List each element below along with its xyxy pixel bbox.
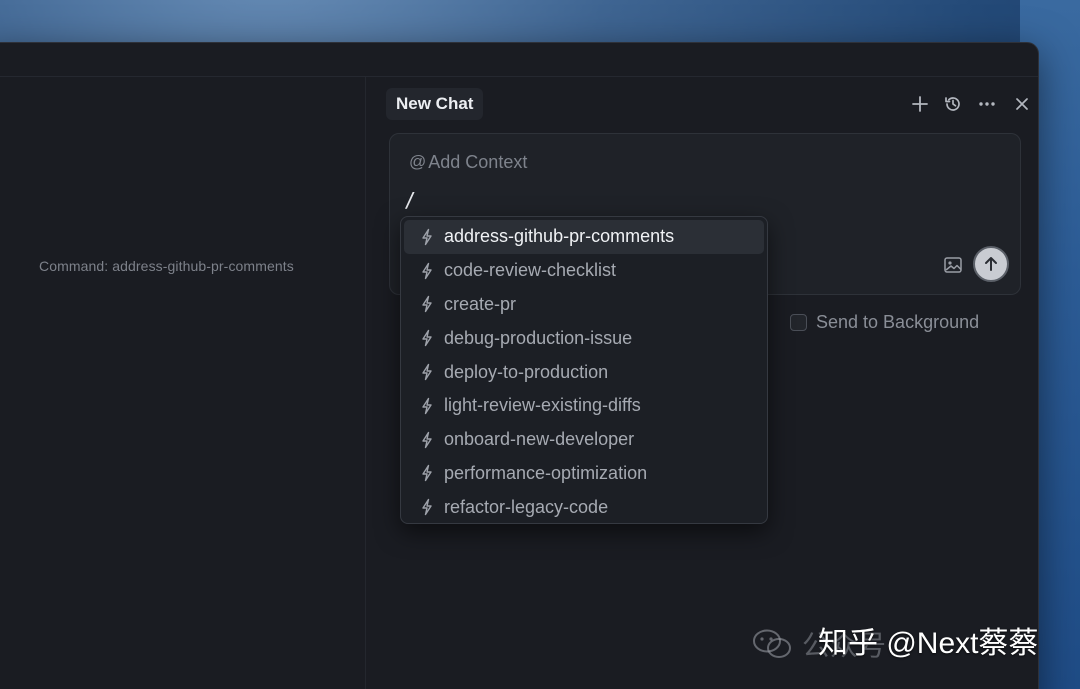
tab-new-chat[interactable]: New Chat <box>386 88 484 120</box>
lightning-icon <box>418 464 436 482</box>
command-menu-item[interactable]: light-review-existing-diffs <box>404 389 764 423</box>
lightning-icon <box>418 329 436 347</box>
history-button[interactable] <box>939 90 967 118</box>
command-menu-item[interactable]: address-github-pr-comments <box>404 220 764 254</box>
lightning-icon <box>418 498 436 516</box>
command-menu-item-label: address-github-pr-comments <box>444 226 675 247</box>
at-icon: @ <box>409 152 427 171</box>
chat-header: New Chat <box>367 87 1028 125</box>
more-icon <box>979 102 995 106</box>
command-menu-item[interactable]: code-review-checklist <box>404 254 764 288</box>
lightning-icon <box>418 295 436 313</box>
command-menu-item[interactable]: onboard-new-developer <box>404 423 764 457</box>
arrow-up-icon <box>985 257 997 271</box>
command-menu-item-label: create-pr <box>444 293 517 314</box>
close-icon <box>1016 98 1028 110</box>
editor-pane: Command: address-github-pr-comments <box>0 77 366 689</box>
command-menu-item[interactable]: performance-optimization <box>404 457 764 491</box>
add-context-button[interactable]: @ Add Context <box>403 147 535 177</box>
lightning-icon <box>418 397 436 415</box>
command-menu-item[interactable]: create-pr <box>404 288 764 322</box>
command-menu-item[interactable]: deploy-to-production <box>404 355 764 389</box>
more-options-button[interactable] <box>973 90 1001 118</box>
send-to-background-label: Send to Background <box>816 311 980 332</box>
command-menu-item-label: debug-production-issue <box>444 327 633 348</box>
wechat-icon <box>753 629 791 658</box>
command-menu-item-label: deploy-to-production <box>444 361 609 382</box>
add-context-label: Add Context <box>428 151 528 172</box>
watermark: 公众号 知乎 @Next蔡蔡 <box>752 622 1038 666</box>
lightning-icon <box>418 228 436 246</box>
command-menu-item[interactable]: debug-production-issue <box>404 321 764 355</box>
command-label: Command: address-github-pr-comments <box>39 258 294 274</box>
new-chat-button[interactable] <box>906 90 934 118</box>
image-icon <box>944 257 962 273</box>
watermark-text: 知乎 @Next蔡蔡 <box>818 627 1039 660</box>
command-menu-item-label: light-review-existing-diffs <box>444 395 641 416</box>
command-menu-item-label: performance-optimization <box>444 462 648 483</box>
command-menu-item-label: onboard-new-developer <box>444 429 635 450</box>
lightning-icon <box>418 431 436 449</box>
send-to-background-checkbox[interactable] <box>790 313 807 331</box>
command-menu-item[interactable]: refactor-legacy-code <box>404 490 764 524</box>
plus-icon <box>912 96 928 112</box>
lightning-icon <box>418 262 436 280</box>
send-to-background-option[interactable]: Send to Background <box>790 310 979 334</box>
command-menu: address-github-pr-comments code-review-ch… <box>400 216 768 524</box>
command-menu-item-label: refactor-legacy-code <box>444 496 609 517</box>
send-button[interactable] <box>973 246 1009 282</box>
history-icon <box>945 97 960 111</box>
attach-image-button[interactable] <box>942 254 964 276</box>
command-menu-item-label: code-review-checklist <box>444 260 617 281</box>
close-chat-button[interactable] <box>1008 90 1036 118</box>
lightning-icon <box>418 363 436 381</box>
window-titlebar <box>0 43 1038 77</box>
chat-input[interactable]: / <box>404 188 416 212</box>
